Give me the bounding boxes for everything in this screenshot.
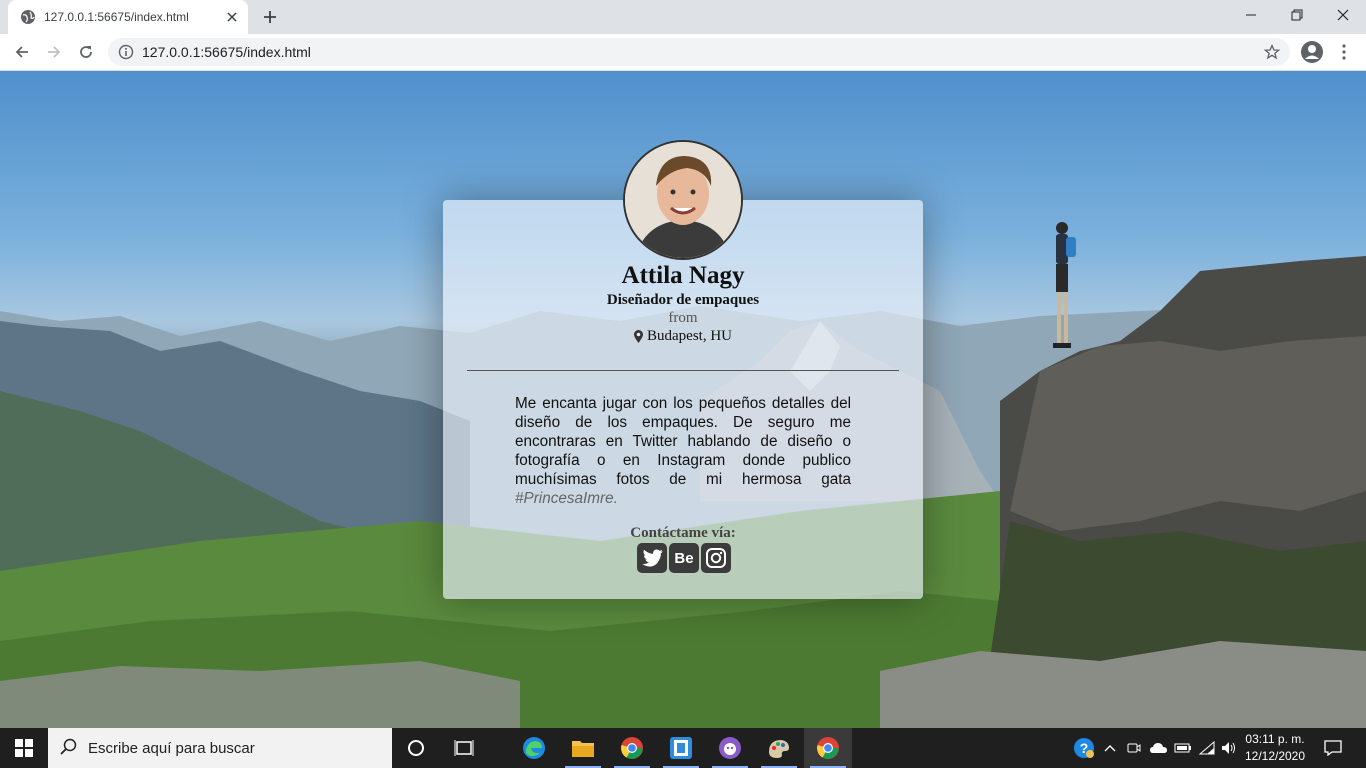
divider (467, 370, 899, 371)
arrow-right-icon[interactable] (40, 38, 68, 66)
profile-name: Attila Nagy (621, 262, 745, 289)
profile-location: Budapest, HU (443, 328, 923, 345)
instagram-icon[interactable] (701, 543, 731, 573)
map-marker-icon (634, 330, 643, 343)
onedrive-icon[interactable] (1148, 728, 1170, 768)
url-text[interactable]: 127.0.0.1:56675/index.html (142, 44, 1262, 60)
browser-tab[interactable]: 127.0.0.1:56675/index.html (8, 0, 248, 34)
volume-icon[interactable] (1218, 728, 1240, 768)
bio-text: Me encanta jugar con los pequeños detall… (515, 395, 851, 488)
kebab-menu-icon[interactable] (1330, 38, 1358, 66)
search-placeholder: Escribe aquí para buscar (88, 739, 255, 757)
twitter-icon[interactable] (637, 543, 667, 573)
chrome-icon[interactable] (608, 728, 656, 768)
task-view-icon[interactable] (440, 728, 488, 768)
address-bar[interactable]: 127.0.0.1:56675/index.html (108, 38, 1290, 66)
clock-date: 12/12/2020 (1244, 749, 1306, 763)
taskbar-clock[interactable]: 03:11 p. m. 12/12/2020 (1240, 731, 1310, 765)
search-icon (60, 738, 80, 758)
clock-time: 03:11 p. m. (1245, 732, 1305, 746)
file-explorer-icon[interactable] (559, 728, 607, 768)
restore-icon[interactable] (1274, 0, 1320, 30)
star-icon[interactable] (1262, 42, 1282, 62)
edge-browser-icon[interactable] (510, 728, 558, 768)
contact-label: Contáctame vía: (630, 525, 736, 541)
minimize-icon[interactable] (1228, 0, 1274, 30)
from-label: from (668, 310, 698, 326)
profile-card: Attila Nagy Diseñador de empaques from B… (443, 140, 923, 599)
avatar (623, 140, 743, 260)
notification-icon[interactable] (1318, 728, 1348, 768)
account-icon[interactable] (1298, 38, 1326, 66)
paint-icon[interactable] (755, 728, 803, 768)
blue-app-icon[interactable] (657, 728, 705, 768)
location-text: Budapest, HU (647, 328, 732, 344)
globe-icon (20, 9, 36, 25)
reload-icon[interactable] (72, 38, 100, 66)
behance-label: Be (674, 549, 694, 567)
new-tab-plus-icon[interactable] (258, 7, 282, 27)
windows-taskbar: Escribe aquí para buscar ? 03:11 p. m. 1… (0, 728, 1366, 768)
battery-icon[interactable] (1172, 728, 1194, 768)
behance-icon[interactable]: Be (669, 543, 699, 573)
help-icon[interactable]: ? (1071, 728, 1097, 768)
profile-bio: Me encanta jugar con los pequeños detall… (515, 394, 851, 508)
windows-start-icon[interactable] (0, 728, 48, 768)
meet-now-icon[interactable] (1124, 728, 1144, 768)
chevron-up-icon[interactable] (1100, 728, 1120, 768)
info-icon[interactable] (118, 44, 134, 60)
tab-title: 127.0.0.1:56675/index.html (44, 10, 189, 24)
wifi-icon[interactable] (1196, 728, 1218, 768)
bio-hashtag: #PrincesaImre (515, 490, 614, 507)
close-window-icon[interactable] (1320, 0, 1366, 30)
taskbar-search[interactable]: Escribe aquí para buscar (48, 728, 392, 768)
purple-app-icon[interactable] (706, 728, 754, 768)
social-links: Be (637, 543, 731, 573)
chrome-active-icon[interactable] (804, 728, 852, 768)
cortana-icon[interactable] (392, 728, 440, 768)
close-tab-icon[interactable] (222, 7, 242, 27)
arrow-left-icon[interactable] (8, 38, 36, 66)
bio-end: . (613, 490, 618, 507)
profile-role: Diseñador de empaques (606, 292, 760, 308)
page-viewport: Attila Nagy Diseñador de empaques from B… (0, 71, 1366, 728)
tab-strip: 127.0.0.1:56675/index.html (0, 0, 1366, 34)
browser-toolbar: 127.0.0.1:56675/index.html (0, 34, 1366, 71)
